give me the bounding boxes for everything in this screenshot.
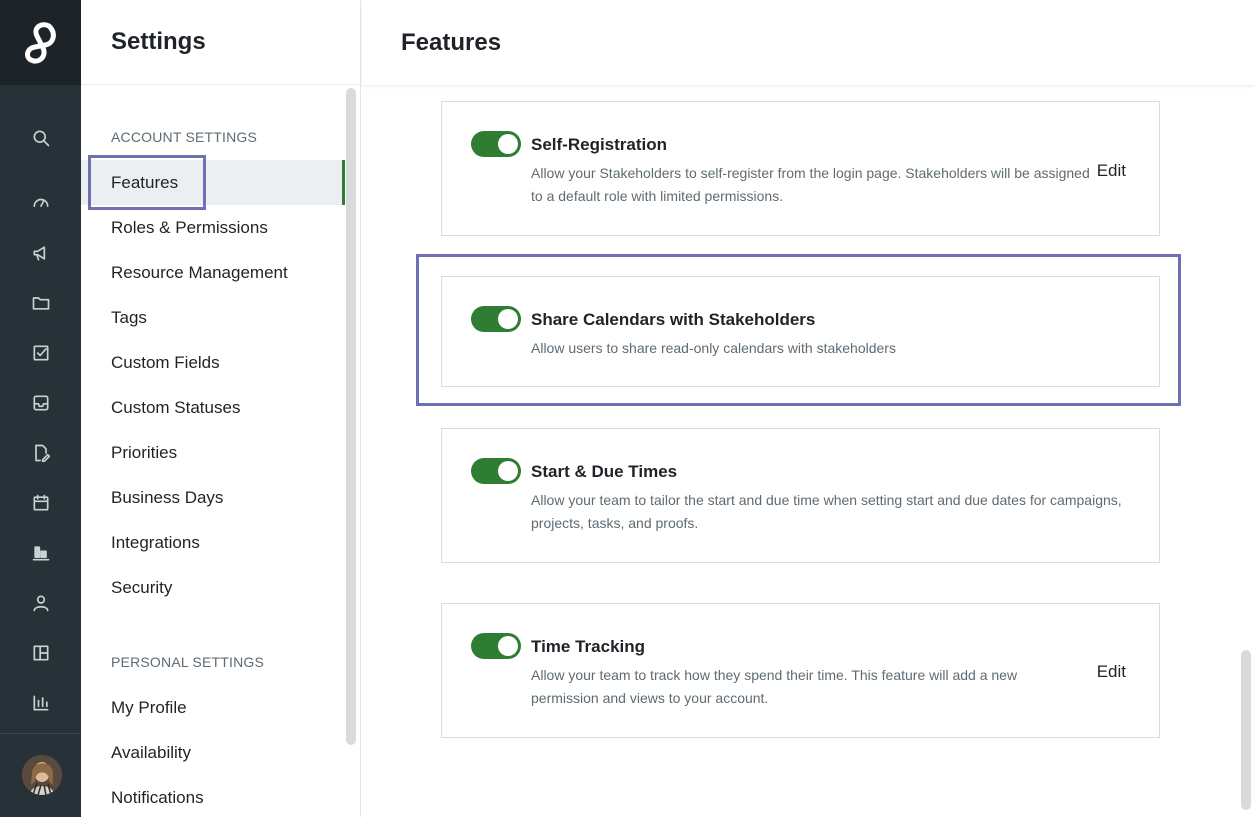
calendar-icon[interactable] bbox=[26, 488, 56, 518]
sidebar-item-label: Priorities bbox=[111, 442, 178, 462]
sidebar-item-business-days[interactable]: Business Days bbox=[81, 475, 345, 520]
feature-title: Self-Registration bbox=[531, 135, 668, 154]
sidebar-scrollbar[interactable] bbox=[346, 88, 356, 745]
edit-link[interactable]: Edit bbox=[1097, 161, 1126, 181]
feature-description: Allow your team to track how they spend … bbox=[531, 667, 1018, 706]
edit-link[interactable]: Edit bbox=[1097, 662, 1126, 682]
checkbox-icon[interactable] bbox=[26, 338, 56, 368]
sidebar-item-custom-fields[interactable]: Custom Fields bbox=[81, 340, 345, 385]
search-icon[interactable] bbox=[26, 123, 56, 153]
feature-card-self-registration: Self-Registration Allow your Stakeholder… bbox=[441, 101, 1160, 236]
inbox-icon[interactable] bbox=[26, 388, 56, 418]
chart-icon[interactable] bbox=[26, 688, 56, 718]
toggle-knob bbox=[498, 134, 518, 154]
sidebar-item-label: Notifications bbox=[111, 787, 204, 807]
reports-bar-icon[interactable] bbox=[26, 538, 56, 568]
toggle-knob bbox=[498, 636, 518, 656]
layout-icon[interactable] bbox=[26, 638, 56, 668]
sidebar-item-label: My Profile bbox=[111, 697, 187, 717]
sidebar-item-label: Custom Statuses bbox=[111, 397, 241, 417]
main-scrollbar[interactable] bbox=[1241, 650, 1251, 810]
avatar[interactable] bbox=[22, 755, 62, 795]
sidebar-item-integrations[interactable]: Integrations bbox=[81, 520, 345, 565]
sidebar-item-custom-statuses[interactable]: Custom Statuses bbox=[81, 385, 345, 430]
self-registration-toggle[interactable] bbox=[471, 131, 521, 157]
user-icon[interactable] bbox=[26, 588, 56, 618]
sidebar-item-label: Integrations bbox=[111, 532, 200, 552]
feature-description: Allow your Stakeholders to self-register… bbox=[531, 165, 1090, 204]
feature-title: Time Tracking bbox=[531, 637, 646, 656]
rail-divider bbox=[0, 733, 81, 734]
document-edit-icon[interactable] bbox=[26, 438, 56, 468]
icon-rail bbox=[0, 0, 81, 817]
time-tracking-toggle[interactable] bbox=[471, 633, 521, 659]
dashboard-icon[interactable] bbox=[26, 187, 56, 217]
logo-icon[interactable] bbox=[0, 0, 81, 85]
feature-description: Allow your team to tailor the start and … bbox=[531, 492, 1122, 531]
start-due-times-toggle[interactable] bbox=[471, 458, 521, 484]
sidebar-item-tags[interactable]: Tags bbox=[81, 295, 345, 340]
sidebar-item-security[interactable]: Security bbox=[81, 565, 345, 610]
sidebar-item-availability[interactable]: Availability bbox=[81, 730, 345, 775]
features-highlight-box bbox=[88, 155, 206, 210]
features-content: Self-Registration Allow your Stakeholder… bbox=[362, 85, 1255, 817]
sidebar-item-notifications[interactable]: Notifications bbox=[81, 775, 345, 817]
sidebar-item-label: Custom Fields bbox=[111, 352, 220, 372]
sidebar-item-roles-permissions[interactable]: Roles & Permissions bbox=[81, 205, 345, 250]
sidebar-item-priorities[interactable]: Priorities bbox=[81, 430, 345, 475]
sidebar-item-label: Roles & Permissions bbox=[111, 217, 268, 237]
feature-title: Start & Due Times bbox=[531, 462, 678, 481]
logo-mark bbox=[24, 21, 56, 63]
account-settings-label: ACCOUNT SETTINGS bbox=[111, 129, 258, 145]
feature-card-time-tracking: Time Tracking Allow your team to track h… bbox=[441, 603, 1160, 738]
toggle-knob bbox=[498, 461, 518, 481]
sidebar-title: Settings bbox=[111, 28, 206, 55]
sidebar-header: Settings bbox=[81, 0, 360, 85]
sidebar-item-label: Tags bbox=[111, 307, 147, 327]
main-header: Features bbox=[362, 0, 1255, 85]
feature-card-start-due-times: Start & Due Times Allow your team to tai… bbox=[441, 428, 1160, 563]
sidebar-item-label: Security bbox=[111, 577, 173, 597]
megaphone-icon[interactable] bbox=[26, 238, 56, 268]
share-calendars-highlight-box bbox=[416, 254, 1181, 406]
page-title: Features bbox=[401, 28, 502, 56]
sidebar-item-label: Resource Management bbox=[111, 262, 288, 282]
settings-sidebar: Settings ACCOUNT SETTINGS Features Roles… bbox=[81, 0, 361, 817]
sidebar-item-label: Availability bbox=[111, 742, 192, 762]
sidebar-item-resource-management[interactable]: Resource Management bbox=[81, 250, 345, 295]
sidebar-item-label: Business Days bbox=[111, 487, 224, 507]
folder-icon[interactable] bbox=[26, 288, 56, 318]
personal-settings-label: PERSONAL SETTINGS bbox=[111, 654, 265, 670]
sidebar-item-my-profile[interactable]: My Profile bbox=[81, 685, 345, 730]
